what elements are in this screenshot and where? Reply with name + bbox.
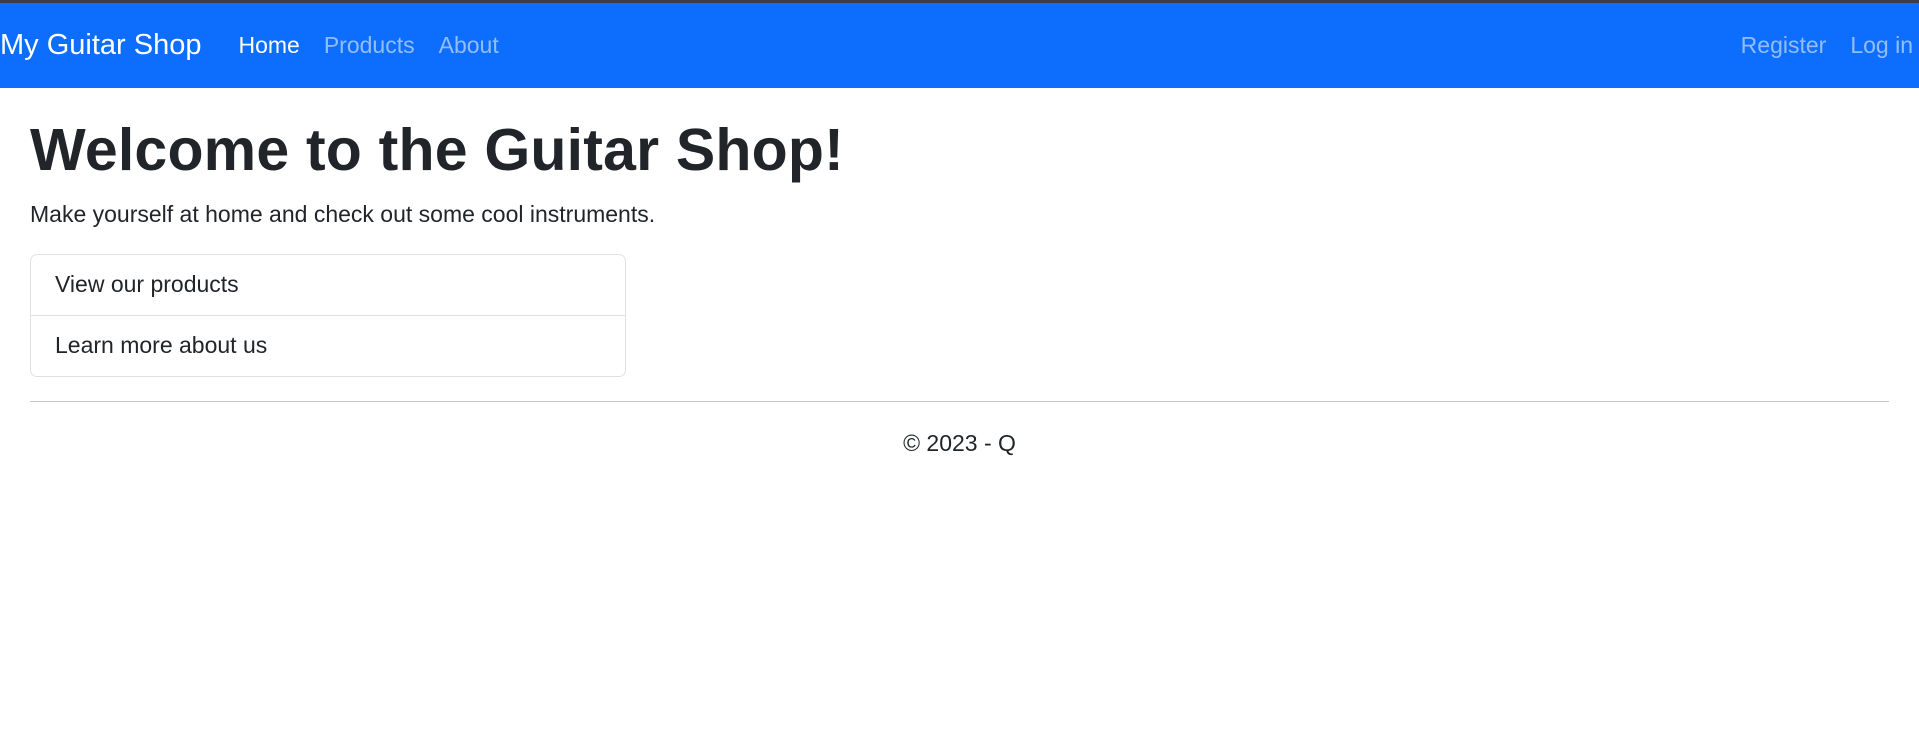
navbar-right: Register Log in [1717, 3, 1919, 88]
page-title: Welcome to the Guitar Shop! [30, 117, 844, 183]
register-link[interactable]: Register [1741, 32, 1827, 59]
main-content: Welcome to the Guitar Shop! Make yoursel… [0, 115, 1919, 457]
footer: © 2023 - Q [30, 430, 1889, 457]
view-products-link[interactable]: View our products [31, 255, 625, 315]
brand-link[interactable]: My Guitar Shop [0, 29, 201, 62]
login-link[interactable]: Log in [1850, 32, 1913, 59]
link-list: View our products Learn more about us [30, 253, 626, 377]
nav-link-products[interactable]: Products [324, 32, 415, 59]
lead-text: Make yourself at home and check out some… [30, 200, 656, 227]
navbar-left: My Guitar Shop Home Products About [0, 3, 523, 88]
learn-more-link[interactable]: Learn more about us [31, 314, 625, 376]
nav-link-home[interactable]: Home [238, 32, 299, 59]
copyright-text: © 2023 - Q [903, 429, 1016, 456]
footer-divider [30, 400, 1889, 402]
nav-link-about[interactable]: About [439, 32, 499, 59]
top-navbar: My Guitar Shop Home Products About Regis… [0, 3, 1919, 88]
